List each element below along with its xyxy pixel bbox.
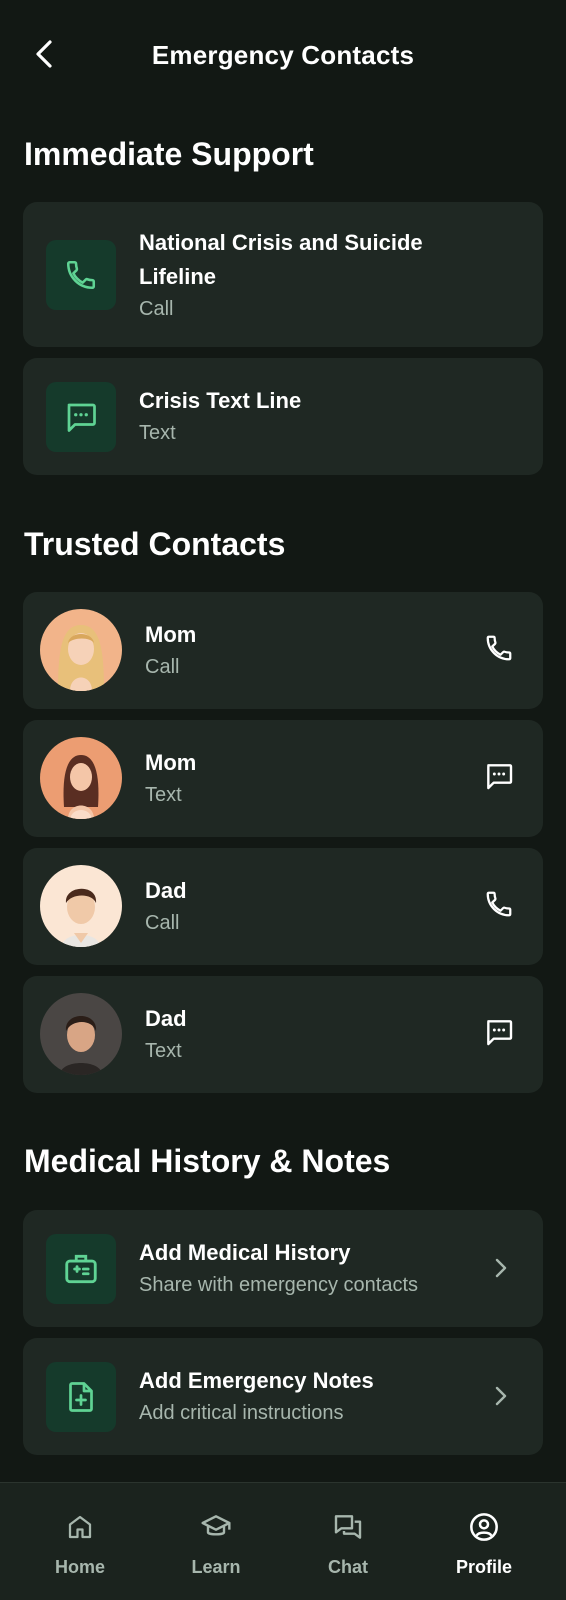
contact-card-dad-text[interactable]: Dad Text — [23, 976, 543, 1093]
page-title: Emergency Contacts — [151, 40, 415, 70]
card-subtitle: Share with emergency contacts — [139, 1274, 419, 1296]
message-icon — [487, 1020, 513, 1046]
card-title: Add Medical History — [139, 1240, 351, 1265]
message-icon-tile — [46, 382, 116, 452]
contact-card-mom-text[interactable]: Mom Text — [23, 720, 543, 837]
nav-chat[interactable]: Chat — [278, 1483, 418, 1600]
contact-card-dad-call[interactable]: Dad Call — [23, 848, 543, 965]
card-title: Crisis Text Line — [139, 388, 302, 413]
phone-icon — [486, 635, 512, 661]
medical-kit-icon — [65, 1254, 97, 1284]
phone-icon-tile — [46, 240, 116, 310]
contact-method: Text — [145, 1040, 182, 1062]
add-document-icon — [69, 1382, 93, 1412]
crisis-lifeline-card[interactable]: National Crisis and Suicide Lifeline Cal… — [23, 202, 543, 347]
avatar — [40, 993, 122, 1075]
top-app-bar: Emergency Contacts — [0, 0, 566, 110]
chevron-right-icon — [489, 1382, 513, 1410]
contact-method: Call — [145, 912, 180, 934]
phone-icon — [486, 891, 512, 917]
chat-icon — [330, 1509, 366, 1545]
bottom-navigation: Home Learn Chat Profile — [0, 1482, 566, 1600]
card-title-line2: Lifeline — [139, 264, 217, 289]
contact-method: Call — [145, 656, 180, 678]
card-title-line1: National Crisis and Suicide — [139, 230, 423, 255]
user-circle-icon — [466, 1509, 502, 1545]
card-subtitle: Call — [139, 298, 174, 320]
section-title-medical-history: Medical History & Notes — [24, 1143, 391, 1179]
nav-profile[interactable]: Profile — [414, 1483, 554, 1600]
contact-name: Mom — [145, 622, 197, 647]
contact-method: Text — [145, 784, 182, 806]
avatar — [40, 865, 122, 947]
call-button[interactable] — [479, 884, 519, 924]
nav-label: Profile — [455, 1557, 512, 1577]
contact-name: Dad — [145, 1006, 187, 1031]
chevron-right-icon — [489, 1254, 513, 1282]
call-button[interactable] — [479, 628, 519, 668]
medical-kit-icon-tile — [46, 1234, 116, 1304]
avatar — [40, 609, 122, 691]
contact-name: Dad — [145, 878, 187, 903]
text-button[interactable] — [479, 756, 519, 796]
graduation-cap-icon — [198, 1509, 234, 1545]
nav-home[interactable]: Home — [10, 1483, 150, 1600]
phone-icon — [66, 260, 96, 290]
nav-label: Home — [54, 1557, 105, 1577]
add-emergency-notes-card[interactable]: Add Emergency Notes Add critical instruc… — [23, 1338, 543, 1455]
message-icon — [487, 764, 513, 790]
crisis-text-line-card[interactable]: Crisis Text Line Text — [23, 358, 543, 475]
text-button[interactable] — [479, 1012, 519, 1052]
nav-label: Learn — [191, 1557, 241, 1577]
add-document-icon-tile — [46, 1362, 116, 1432]
section-title-immediate-support: Immediate Support — [24, 136, 314, 172]
contact-card-mom-call[interactable]: Mom Call — [23, 592, 543, 709]
card-subtitle: Text — [139, 422, 176, 444]
nav-label: Chat — [328, 1557, 368, 1577]
nav-learn[interactable]: Learn — [146, 1483, 286, 1600]
home-icon — [62, 1509, 98, 1545]
section-title-trusted-contacts: Trusted Contacts — [24, 526, 286, 562]
card-title: Add Emergency Notes — [139, 1368, 374, 1393]
contact-name: Mom — [145, 750, 197, 775]
card-subtitle: Add critical instructions — [139, 1402, 344, 1424]
add-medical-history-card[interactable]: Add Medical History Share with emergency… — [23, 1210, 543, 1327]
avatar — [40, 737, 122, 819]
message-icon — [67, 403, 96, 432]
